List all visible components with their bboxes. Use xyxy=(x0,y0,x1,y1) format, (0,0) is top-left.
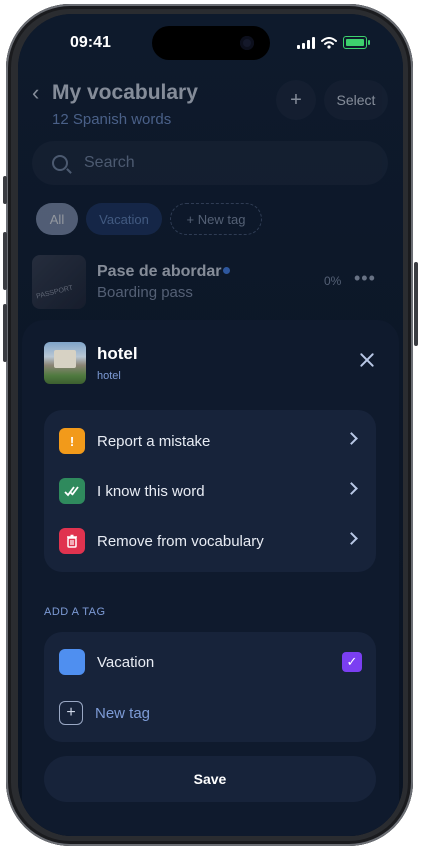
tag-color-swatch xyxy=(59,649,85,675)
add-tag-heading: ADD A TAG xyxy=(44,606,106,618)
hotel-thumbnail xyxy=(44,342,86,384)
close-icon[interactable] xyxy=(357,350,377,370)
new-tag-item[interactable]: + New tag xyxy=(44,688,376,738)
remove-word-item[interactable]: Remove from vocabulary xyxy=(44,516,376,566)
filter-vacation[interactable]: Vacation xyxy=(86,203,162,235)
volume-down-button xyxy=(3,304,7,362)
back-chevron-icon[interactable]: ‹ xyxy=(32,80,39,106)
word-progress: 0% xyxy=(324,274,342,288)
chevron-right-icon xyxy=(345,532,358,545)
tag-label: Vacation xyxy=(97,653,155,671)
more-icon[interactable]: ••• xyxy=(354,268,376,289)
trash-icon xyxy=(59,528,85,554)
power-button xyxy=(414,262,418,346)
chevron-right-icon xyxy=(345,482,358,495)
know-word-label: I know this word xyxy=(97,482,205,500)
exclamation-icon: ! xyxy=(59,428,85,454)
save-button[interactable]: Save xyxy=(44,756,376,802)
select-button[interactable]: Select xyxy=(324,80,388,120)
tag-item-vacation[interactable]: Vacation ✓ xyxy=(44,636,376,688)
plus-icon: + xyxy=(59,701,83,725)
screen: 09:41 ‹ My vocabulary 12 Spanish words +… xyxy=(18,14,403,836)
checkmark-icon[interactable]: ✓ xyxy=(342,652,362,672)
report-mistake-item[interactable]: ! Report a mistake xyxy=(44,416,376,466)
add-word-button[interactable]: + xyxy=(276,80,316,120)
remove-word-label: Remove from vocabulary xyxy=(97,532,264,550)
new-tag-label: New tag xyxy=(95,704,151,722)
tags-card: Vacation ✓ + New tag xyxy=(44,632,376,742)
word-count: 12 Spanish words xyxy=(52,111,172,128)
search-icon xyxy=(52,155,68,171)
word-options-sheet: hotel hotel ! Report a mistake I know th… xyxy=(22,320,399,836)
word-thumbnail xyxy=(32,255,86,309)
word-translation: Boarding pass xyxy=(97,284,193,301)
filter-all[interactable]: All xyxy=(36,203,78,235)
actions-card: ! Report a mistake I know this word Remo… xyxy=(44,410,376,572)
page-title: My vocabulary xyxy=(52,81,198,104)
know-word-item[interactable]: I know this word xyxy=(44,466,376,516)
chevron-right-icon xyxy=(345,432,358,445)
mute-switch xyxy=(3,176,7,204)
word-text[interactable]: Pase de abordar xyxy=(97,263,222,281)
volume-up-button xyxy=(3,232,7,290)
sheet-word: hotel xyxy=(97,344,138,363)
report-mistake-label: Report a mistake xyxy=(97,432,211,450)
search-placeholder: Search xyxy=(84,154,135,171)
search-bar[interactable]: Search xyxy=(32,141,388,185)
new-tag-chip[interactable]: + New tag xyxy=(170,203,262,235)
sheet-translation: hotel xyxy=(97,370,121,382)
double-check-icon xyxy=(59,478,85,504)
new-indicator-dot xyxy=(223,267,230,274)
